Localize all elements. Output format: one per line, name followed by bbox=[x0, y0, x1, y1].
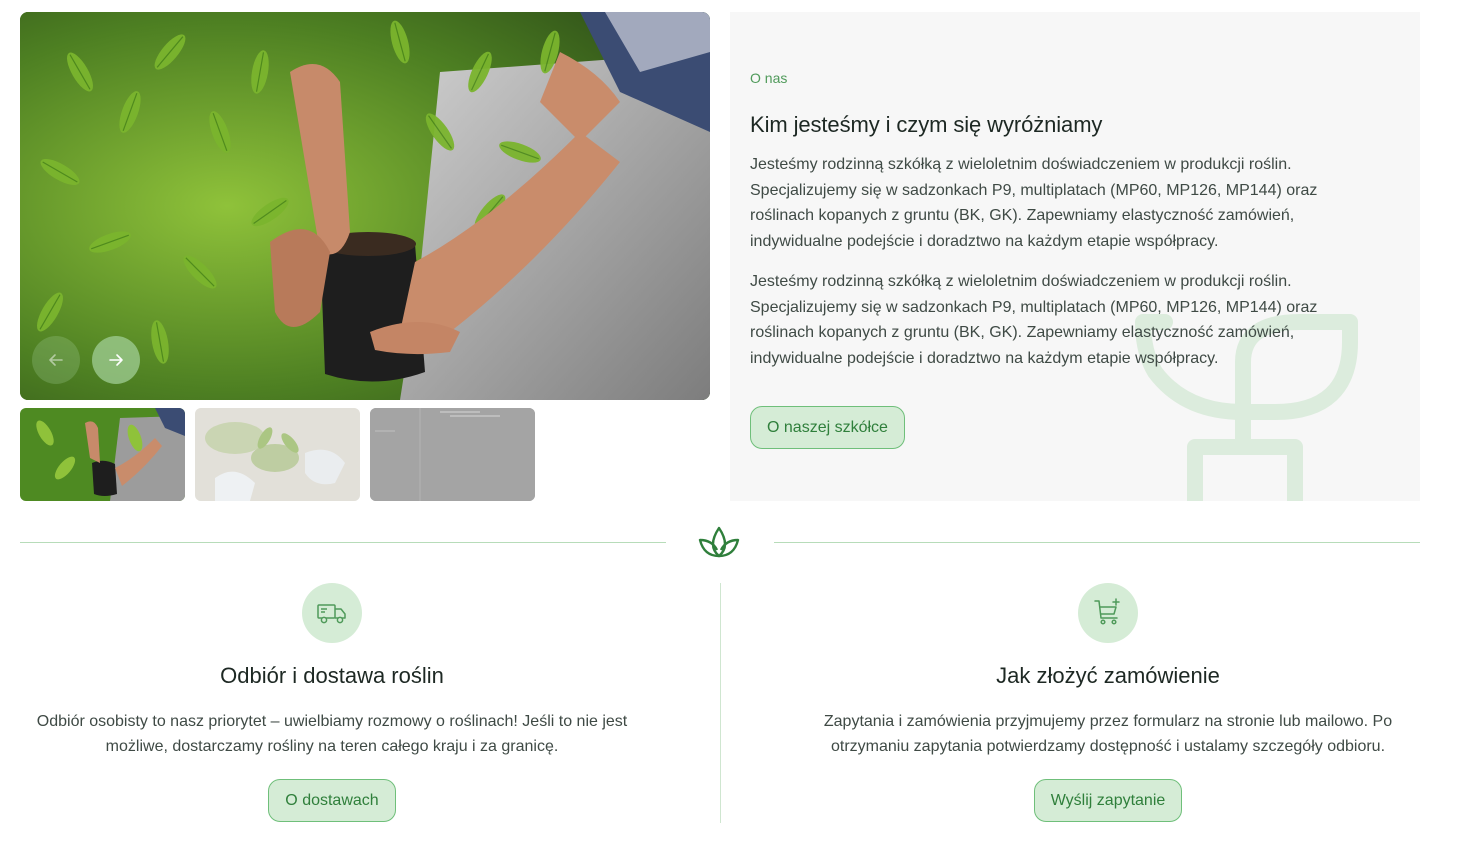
cart-plus-icon bbox=[1094, 598, 1120, 625]
deliveries-button[interactable]: O dostawach bbox=[268, 779, 396, 822]
truck-icon bbox=[317, 604, 346, 624]
feature-delivery: Odbiór i dostawa roślin Odbiór osobisty … bbox=[0, 583, 682, 822]
lotus-leaf-icon bbox=[698, 526, 740, 558]
divider-line-right bbox=[774, 542, 1420, 543]
section-eyebrow: O nas bbox=[750, 70, 788, 86]
image-gallery bbox=[20, 12, 710, 501]
divider-line-left bbox=[20, 542, 666, 543]
feature-title: Jak złożyć zamówienie bbox=[996, 663, 1220, 688]
gallery-prev-button[interactable] bbox=[32, 336, 80, 384]
thumbnail-2-image bbox=[195, 408, 360, 501]
arrow-right-icon bbox=[109, 354, 123, 366]
about-content: O nas Kim jesteśmy i czym się wyróżniamy… bbox=[750, 70, 1360, 449]
main-photo bbox=[20, 12, 710, 400]
feature-ordering: Jak złożyć zamówienie Zapytania i zamówi… bbox=[758, 583, 1458, 822]
thumbnail-strip bbox=[20, 408, 710, 501]
about-card: O nas Kim jesteśmy i czym się wyróżniamy… bbox=[730, 12, 1420, 501]
thumbnail-2[interactable] bbox=[195, 408, 360, 501]
feature-icon-circle bbox=[1078, 583, 1138, 643]
thumbnail-1[interactable] bbox=[20, 408, 185, 501]
about-title: Kim jesteśmy i czym się wyróżniamy bbox=[750, 112, 1103, 137]
section-divider bbox=[20, 522, 1420, 562]
feature-text: Odbiór osobisty to nasz priorytet – uwie… bbox=[36, 713, 628, 755]
gallery-next-button[interactable] bbox=[92, 336, 140, 384]
feature-icon-circle bbox=[302, 583, 362, 643]
feature-text: Zapytania i zamówienia przyjmujemy przez… bbox=[823, 713, 1393, 755]
feature-title: Odbiór i dostawa roślin bbox=[220, 663, 444, 688]
features-separator bbox=[720, 583, 721, 823]
thumbnail-1-image bbox=[20, 408, 185, 501]
arrow-left-icon bbox=[49, 354, 63, 366]
about-nursery-button[interactable]: O naszej szkółce bbox=[750, 406, 905, 449]
about-paragraph-1: Jesteśmy rodzinną szkółką z wieloletnim … bbox=[750, 156, 1318, 250]
thumbnail-3[interactable] bbox=[370, 408, 535, 501]
thumbnail-3-image bbox=[370, 408, 535, 501]
about-paragraph-2: Jesteśmy rodzinną szkółką z wieloletnim … bbox=[750, 273, 1318, 367]
send-inquiry-button[interactable]: Wyślij zapytanie bbox=[1033, 779, 1183, 822]
